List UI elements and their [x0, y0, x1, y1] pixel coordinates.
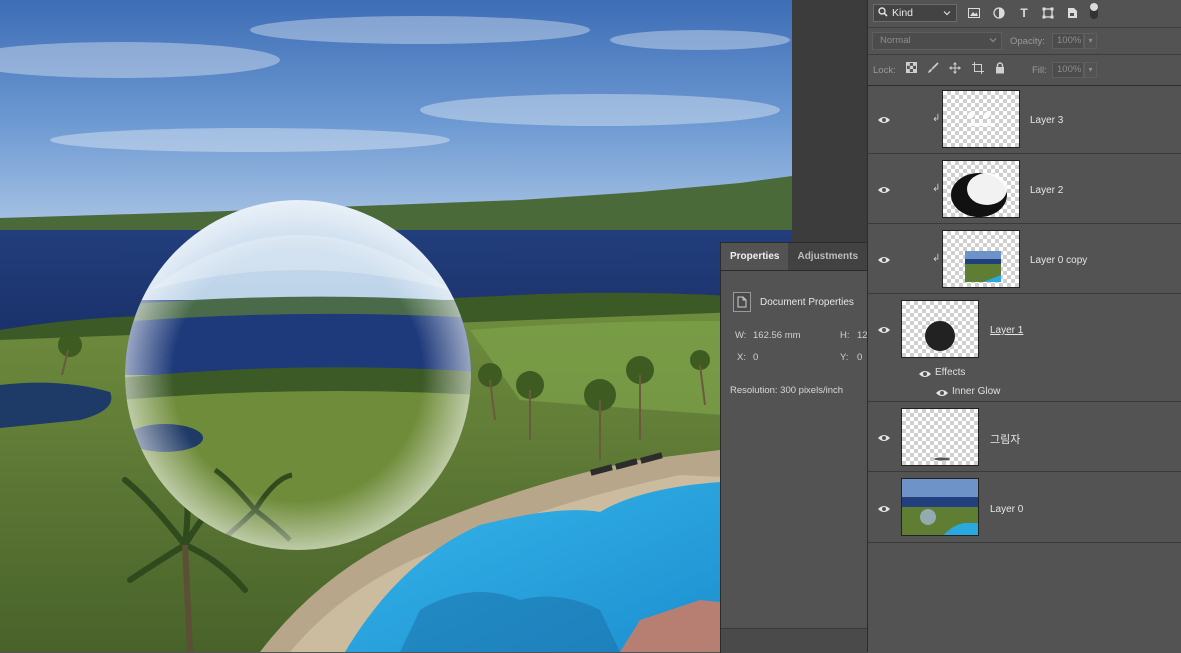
width-value[interactable]: 162.56 mm — [753, 330, 801, 341]
layer-row-layer-3[interactable]: ↲ Layer 3 — [868, 86, 1181, 154]
layer-name: Layer 0 copy — [1030, 255, 1088, 266]
width-label: W: — [735, 330, 747, 341]
shape-filter-icon[interactable] — [1041, 6, 1055, 20]
lock-position-icon[interactable] — [948, 62, 962, 76]
lock-transparent-icon[interactable] — [904, 62, 918, 76]
fill-label: Fill: — [1032, 65, 1047, 76]
chevron-down-icon — [989, 34, 997, 50]
search-icon — [878, 6, 888, 20]
visibility-eye-icon[interactable] — [877, 433, 891, 443]
type-filter-icon[interactable]: T — [1017, 6, 1031, 20]
layer-name: 그림자 — [990, 434, 1021, 446]
layer-thumbnail — [901, 408, 979, 466]
inner-glow-effect[interactable]: Inner Glow — [952, 386, 1000, 397]
layer-name: Layer 2 — [1030, 185, 1064, 196]
landscape-photo — [0, 0, 792, 652]
tab-adjustments[interactable]: Adjustments — [788, 243, 867, 270]
inner-glow-visibility-eye-icon[interactable] — [935, 388, 949, 398]
properties-panel: Properties Adjustments Document Properti… — [720, 242, 867, 653]
fill-dropdown-icon[interactable]: ▾ — [1084, 62, 1097, 78]
lock-bar: Lock: Fill: 100% ▾ — [868, 55, 1181, 86]
opacity-dropdown-icon[interactable]: ▾ — [1084, 33, 1097, 49]
properties-tabs: Properties Adjustments — [721, 243, 867, 271]
y-label: Y: — [840, 352, 849, 363]
layer-row-layer-1[interactable]: Layer 1 Effects Inner Glow — [868, 294, 1181, 402]
layer-row-layer-0-copy[interactable]: ↲ Layer 0 copy — [868, 224, 1181, 294]
layer-thumbnail — [901, 300, 979, 358]
blend-mode-label: Normal — [880, 35, 911, 46]
visibility-eye-icon[interactable] — [877, 185, 891, 195]
lock-all-icon[interactable] — [993, 62, 1007, 76]
y-value[interactable]: 0 — [857, 352, 862, 363]
layer-thumbnail — [942, 90, 1020, 148]
document-properties-label: Document Properties — [760, 296, 854, 308]
x-value[interactable]: 0 — [753, 352, 758, 363]
resolution-text: Resolution: 300 pixels/inch — [730, 385, 844, 396]
visibility-eye-icon[interactable] — [877, 504, 891, 514]
blend-mode-select[interactable]: Normal — [872, 32, 1002, 50]
chevron-down-icon — [943, 8, 951, 20]
blend-bar: Normal Opacity: 100% ▾ — [868, 28, 1181, 55]
layer-row-layer-0[interactable]: Layer 0 — [868, 472, 1181, 543]
visibility-eye-icon[interactable] — [877, 255, 891, 265]
height-label: H: — [840, 330, 850, 341]
layer-row-shadow[interactable]: 그림자 — [868, 402, 1181, 472]
effects-visibility-eye-icon[interactable] — [918, 369, 932, 379]
layer-name: Layer 1 — [990, 325, 1024, 336]
layers-panel: Kind T Normal Opacity: 100% ▾ Lock: Fill… — [867, 0, 1181, 652]
layer-thumbnail — [942, 230, 1020, 288]
layer-filter-bar: Kind T — [868, 0, 1181, 28]
clipping-arrow-icon: ↲ — [932, 253, 941, 264]
visibility-eye-icon[interactable] — [877, 115, 891, 125]
document-properties-row: Document Properties — [733, 292, 854, 312]
properties-footer — [721, 628, 867, 653]
layer-thumbnail — [901, 478, 979, 536]
opacity-field[interactable]: 100% — [1052, 33, 1084, 49]
height-value[interactable]: 12 — [857, 330, 867, 341]
filter-toggle[interactable] — [1090, 3, 1098, 19]
lock-label: Lock: — [873, 65, 896, 76]
layer-name: Layer 3 — [1030, 115, 1064, 126]
lock-artboard-icon[interactable] — [971, 62, 985, 76]
effects-label[interactable]: Effects — [935, 367, 965, 378]
visibility-eye-icon[interactable] — [877, 325, 891, 335]
clipping-arrow-icon: ↲ — [932, 113, 941, 124]
filter-kind-select[interactable]: Kind — [873, 4, 957, 22]
adjustment-filter-icon[interactable] — [992, 6, 1006, 20]
filter-kind-label: Kind — [892, 7, 914, 19]
x-label: X: — [737, 352, 746, 363]
layer-thumbnail — [942, 160, 1020, 218]
document-canvas[interactable] — [0, 0, 792, 652]
opacity-label: Opacity: — [1010, 36, 1045, 47]
clipping-arrow-icon: ↲ — [932, 183, 941, 194]
tab-properties[interactable]: Properties — [721, 243, 789, 270]
layer-row-layer-2[interactable]: ↲ Layer 2 — [868, 154, 1181, 224]
fill-field[interactable]: 100% — [1052, 62, 1084, 78]
lock-image-icon[interactable] — [926, 62, 940, 76]
document-icon — [733, 292, 751, 312]
layer-name: Layer 0 — [990, 504, 1024, 515]
image-filter-icon[interactable] — [967, 6, 981, 20]
smart-object-filter-icon[interactable] — [1065, 6, 1079, 20]
